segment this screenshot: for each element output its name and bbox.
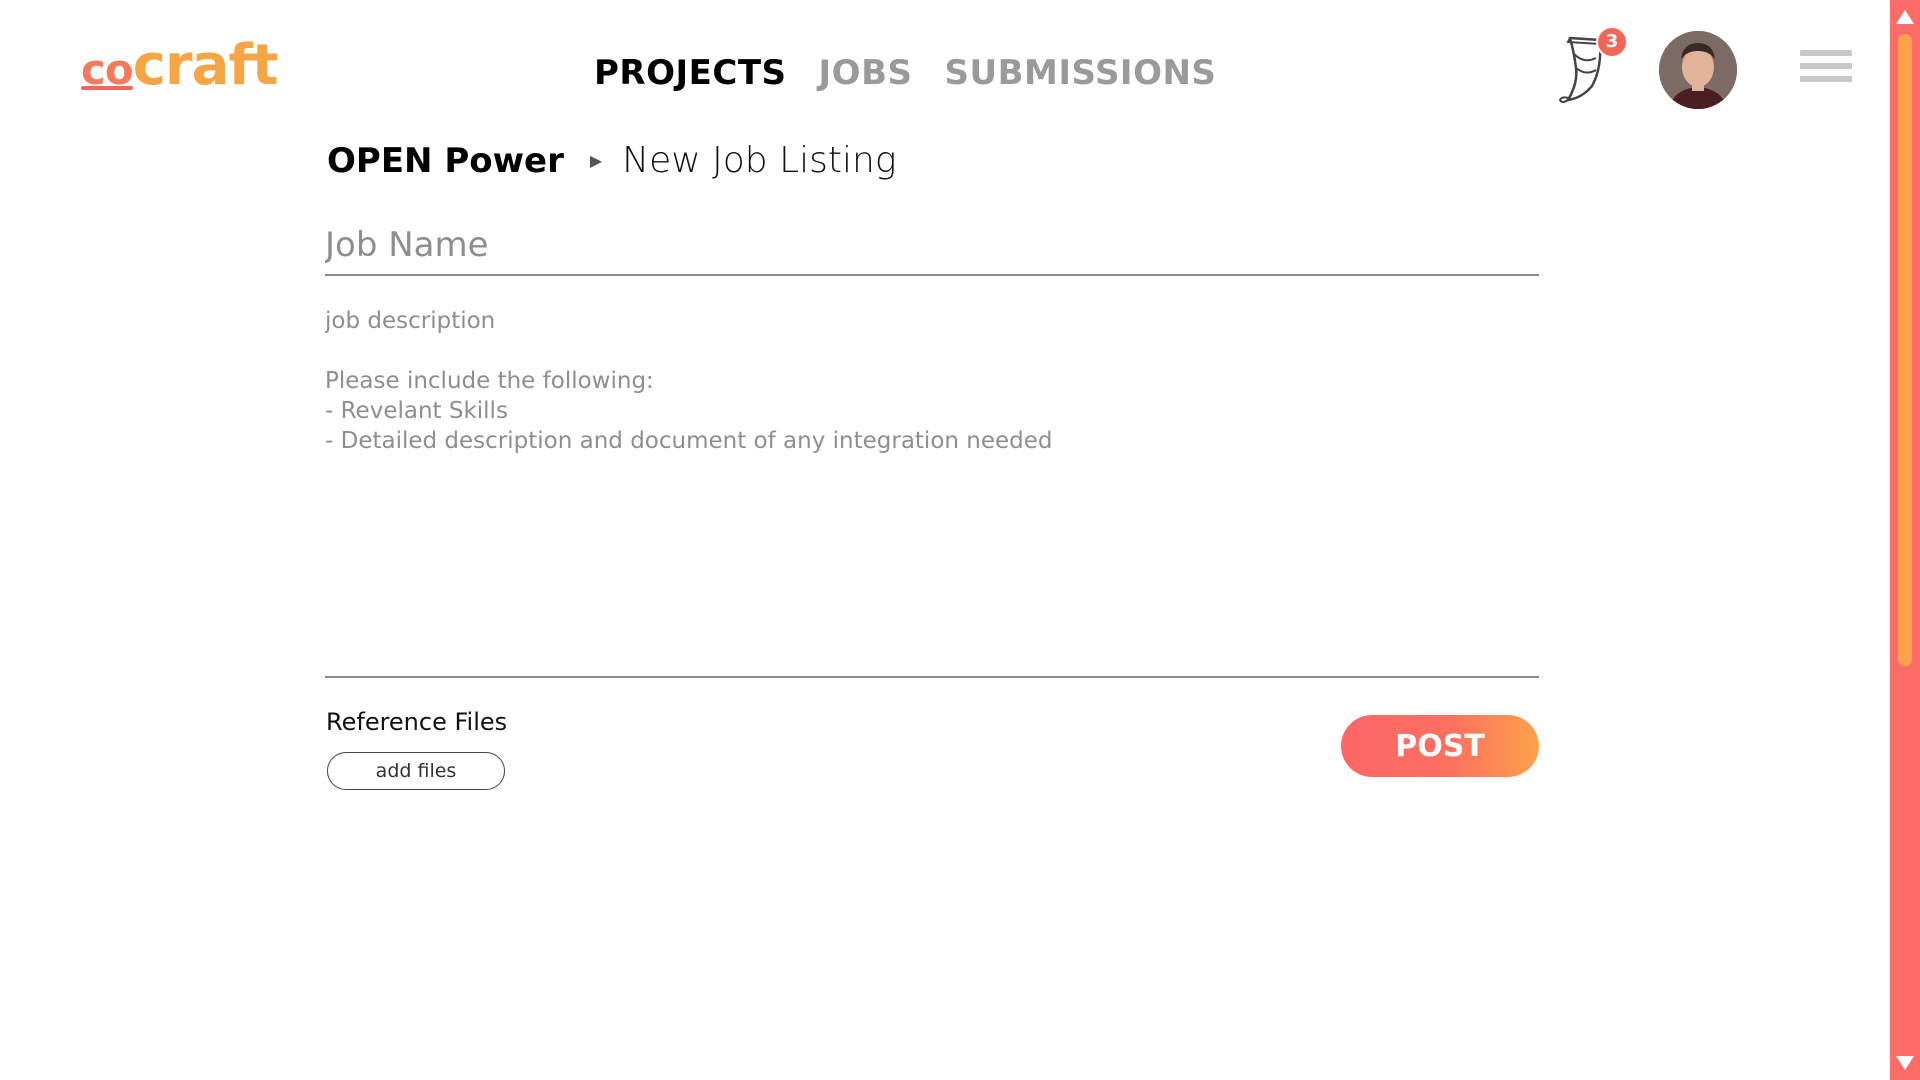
add-files-button[interactable]: add files xyxy=(327,752,505,790)
menu-bar xyxy=(1800,76,1852,82)
main-nav: PROJECTS JOBS SUBMISSIONS xyxy=(594,50,1216,96)
scrollbar[interactable] xyxy=(1890,0,1920,1080)
scroll-up-arrow-icon[interactable] xyxy=(1896,10,1914,24)
menu-bar xyxy=(1800,50,1852,56)
notification-badge: 3 xyxy=(1596,26,1628,58)
breadcrumb-project[interactable]: OPEN Power xyxy=(327,141,564,181)
job-description-textarea[interactable] xyxy=(325,306,1539,678)
logo-suffix: craft xyxy=(132,33,279,98)
triangle-right-icon: ▶ xyxy=(589,151,603,170)
breadcrumb: OPEN Power ▶ New Job Listing xyxy=(327,140,896,181)
scroll-down-arrow-icon[interactable] xyxy=(1896,1056,1914,1070)
nav-jobs[interactable]: JOBS xyxy=(819,50,913,96)
cocraft-logo[interactable]: cocraft xyxy=(81,35,278,97)
notifications-button[interactable]: 3 xyxy=(1556,26,1628,108)
breadcrumb-page: New Job Listing xyxy=(622,140,897,181)
nav-projects[interactable]: PROJECTS xyxy=(594,50,787,96)
post-button[interactable]: POST xyxy=(1341,715,1539,777)
avatar-photo xyxy=(1659,31,1737,109)
hamburger-menu-icon[interactable] xyxy=(1800,50,1852,90)
nav-submissions[interactable]: SUBMISSIONS xyxy=(944,50,1216,96)
menu-bar xyxy=(1800,63,1852,69)
user-avatar[interactable] xyxy=(1659,31,1737,109)
logo-prefix: co xyxy=(81,45,134,94)
reference-files-label: Reference Files xyxy=(326,708,508,736)
job-name-input[interactable] xyxy=(325,216,1539,276)
scrollbar-thumb[interactable] xyxy=(1898,34,1912,666)
